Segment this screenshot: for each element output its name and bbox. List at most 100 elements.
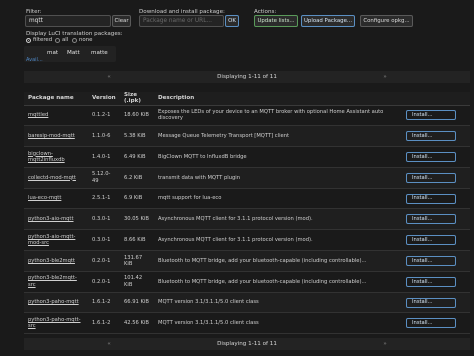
tab-mat[interactable]: mat <box>47 50 58 56</box>
table-row: bigclown-mqtt2influxdb 1.4.0-1 6.49 KiB Big… <box>24 146 470 168</box>
radio-filtered-label: filtered <box>33 37 53 43</box>
table-cell: collectd-mod-mqtt <box>24 167 88 189</box>
table-cell: Bluetooth to MQTT bridge, add your bluet… <box>154 250 402 272</box>
package-size: 6.9 KiB <box>124 195 143 202</box>
table-row: python3-ble2mqtt-src 0.2.0-1 101.42 KiB Blu… <box>24 271 470 293</box>
table-cell: Install... <box>402 292 470 314</box>
package-name[interactable]: python3-ble2mqtt <box>28 258 75 264</box>
table-row: python3-aio-mqtt-mod-src 0.3.0-1 8.66 KiB A… <box>24 229 470 252</box>
package-size: 30.05 KiB <box>124 216 149 223</box>
table-cell: Install... <box>402 208 470 231</box>
package-description: Message Queue Telemetry Transport [MQTT]… <box>158 132 290 139</box>
package-name[interactable]: bigclown-mqtt2influxdb <box>28 151 65 163</box>
table-cell: 0.2.0-1 <box>88 250 120 272</box>
install-button[interactable]: Install... <box>406 255 456 266</box>
package-version: 0.3.0-1 <box>92 216 111 223</box>
package-name[interactable]: lua-eco-mqtt <box>28 195 61 201</box>
tab-matt[interactable]: Matt <box>67 50 80 56</box>
radio-filtered[interactable]: filtered <box>26 37 52 43</box>
table-cell: bigclown-mqtt2influxdb <box>24 146 88 168</box>
install-button[interactable]: Install... <box>406 318 456 329</box>
install-button[interactable]: Install... <box>406 235 456 246</box>
col-description: Description <box>154 92 402 106</box>
install-button[interactable]: Install... <box>406 110 456 121</box>
table-cell: 30.05 KiB <box>120 208 154 231</box>
package-name[interactable]: python3-paho-mqtt <box>28 299 79 305</box>
package-name[interactable]: mqttled <box>28 112 48 118</box>
radio-icon <box>55 37 60 43</box>
package-name[interactable]: python3-aio-mqtt-mod-src <box>28 234 75 246</box>
package-name[interactable]: baresip-mod-mqtt <box>28 133 75 139</box>
package-version: 1.6.1-2 <box>92 320 111 327</box>
package-name[interactable]: collectd-mod-mqtt <box>28 175 76 181</box>
package-description: Asynchronous MQTT client for 3.1.1 proto… <box>158 236 313 243</box>
table-cell: python3-ble2mqtt <box>24 250 88 272</box>
install-button[interactable]: Install... <box>406 193 456 204</box>
package-description: mqtt support for lua-eco <box>158 195 222 202</box>
table-cell: 8.66 KiB <box>120 229 154 252</box>
table-cell: 1.6.1-2 <box>88 292 120 314</box>
configure-opkg-button[interactable]: Configure opkg... <box>360 15 413 27</box>
table-cell: MQTT version 3.1/3.1.1/5.0 client class <box>154 312 402 335</box>
table-cell: Install... <box>402 229 470 252</box>
package-url-input[interactable]: Package name or URL... <box>139 15 224 27</box>
package-size: 8.66 KiB <box>124 236 146 243</box>
table-row: python3-ble2mqtt 0.2.0-1 131.67 KiB Bluetoo… <box>24 250 470 272</box>
table-cell: 1.4.0-1 <box>88 146 120 168</box>
next-icon: » <box>383 74 387 80</box>
table-cell: 18.60 KiB <box>120 105 154 127</box>
install-button[interactable]: Install... <box>406 131 456 142</box>
package-version: 0.1.2-1 <box>92 112 111 119</box>
package-version: 1.6.1-2 <box>92 299 111 306</box>
table-cell: 6.9 KiB <box>120 188 154 210</box>
package-version: 5.12.0-49 <box>92 171 111 184</box>
table-cell: python3-paho-mqtt-src <box>24 312 88 335</box>
package-name[interactable]: python3-aio-mqtt <box>28 216 74 222</box>
tab-matte[interactable]: matte <box>91 50 108 56</box>
install-button[interactable]: Install... <box>406 214 456 225</box>
install-button[interactable]: Install... <box>406 297 456 308</box>
package-name[interactable]: python3-ble2mqtt-src <box>28 275 77 287</box>
table-header: Package name Version Size (.ipk) Descrip… <box>24 92 470 106</box>
package-name[interactable]: python3-paho-mqtt-src <box>28 317 81 329</box>
package-description: Bluetooth to MQTT bridge, add your bluet… <box>158 257 367 264</box>
table-row: python3-paho-mqtt 1.6.1-2 66.91 KiB MQTT ve… <box>24 292 470 314</box>
radio-none[interactable]: none <box>72 37 92 43</box>
table-row: collectd-mod-mqtt 5.12.0-49 6.2 KiB transmi… <box>24 167 470 189</box>
install-button[interactable]: Install... <box>406 172 456 183</box>
install-button[interactable]: Install... <box>406 151 456 162</box>
radio-icon <box>72 37 77 43</box>
radio-none-label: none <box>79 37 93 43</box>
install-button[interactable]: Install... <box>406 276 456 287</box>
package-size: 66.91 KiB <box>124 299 149 306</box>
clear-filter-button[interactable]: Clear <box>112 15 131 27</box>
upload-package-button[interactable]: Upload Package... <box>301 15 355 27</box>
table-row: lua-eco-mqtt 2.5.1-1 6.9 KiB mqtt support f… <box>24 188 470 210</box>
table-cell: 0.2.0-1 <box>88 271 120 293</box>
next-page-button[interactable]: » <box>326 71 444 83</box>
filter-input[interactable]: mqtt <box>25 15 111 27</box>
package-size: 101.42 KiB <box>124 275 143 288</box>
table-cell: Bluetooth to MQTT bridge, add your bluet… <box>154 271 402 293</box>
table-row: mqttled 0.1.2-1 18.60 KiB Exposes the LEDs … <box>24 105 470 127</box>
package-description: transmit data with MQTT plugin <box>158 174 240 181</box>
package-version: 1.4.0-1 <box>92 153 111 160</box>
update-lists-button[interactable]: Update lists... <box>254 15 298 27</box>
table-cell: Install... <box>402 188 470 210</box>
table-cell: lua-eco-mqtt <box>24 188 88 210</box>
table-cell: 0.3.0-1 <box>88 229 120 252</box>
table-cell: BigClown MQTT to InfluxdB bridge <box>154 146 402 168</box>
package-description: MQTT version 3.1/3.1.1/5.0 client class <box>158 299 259 306</box>
ok-button[interactable]: OK <box>225 15 239 27</box>
next-page-button[interactable]: » <box>326 338 444 350</box>
table-row: python3-aio-mqtt 0.3.0-1 30.05 KiB Asynchro… <box>24 208 470 231</box>
package-version: 0.2.0-1 <box>92 278 111 285</box>
radio-all[interactable]: all <box>55 37 68 43</box>
table-cell: 0.3.0-1 <box>88 208 120 231</box>
col-actions <box>402 92 470 106</box>
package-description: MQTT version 3.1/3.1.1/5.0 client class <box>158 320 259 327</box>
table-cell: Install... <box>402 167 470 189</box>
table-cell: python3-paho-mqtt <box>24 292 88 314</box>
tab-available[interactable]: Avail... <box>26 57 43 63</box>
table-cell: 5.38 KiB <box>120 125 154 148</box>
